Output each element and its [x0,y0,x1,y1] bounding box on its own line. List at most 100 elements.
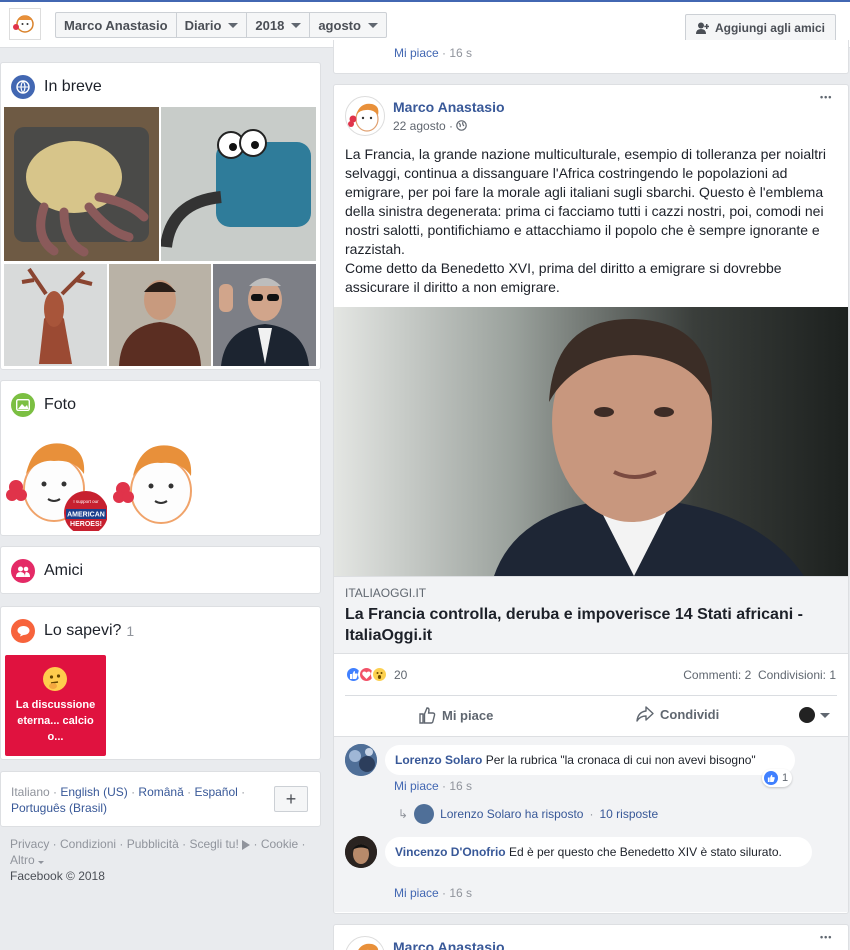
did-you-know-count: 1 [126,623,135,639]
globe-icon [11,75,35,99]
page-avatar-icon [799,707,815,723]
did-you-know-card: Lo sapevi? 1 La discussione eterna... ca… [0,606,321,760]
svg-text:AMERICAN: AMERICAN [67,512,105,519]
cartoon-avatar-icon [348,103,379,132]
post-timestamp[interactable]: 22 agosto · [393,119,468,133]
current-language: Italiano [11,785,50,799]
crumb-month-dropdown[interactable]: agosto [310,13,386,37]
add-friend-icon [695,22,709,34]
did-you-know-question-card[interactable]: La discussione eterna... calcio o... [5,655,106,756]
language-link[interactable]: Română [138,785,183,799]
post-options-icon[interactable]: ••• [820,932,832,942]
photo-thumbnail[interactable]: I support our AMERICAN HEROES! [4,429,107,531]
shares-count-link[interactable]: Condivisioni: 1 [758,668,836,682]
divider [345,695,837,696]
link-title: La Francia controlla, deruba e impoveris… [345,606,803,644]
chevron-down-icon [291,22,302,28]
more-languages-button[interactable]: + [274,786,308,812]
footer-link[interactable]: Pubblicità [127,837,179,851]
post-options-icon[interactable]: ••• [820,92,832,102]
crumb-profile-name[interactable]: Marco Anastasio [56,13,177,37]
divider [334,736,848,737]
languages-card: Italiano · English (US) · Română · Españ… [0,771,321,827]
footer-link[interactable]: Scegli tu! [189,837,238,851]
post-author-avatar[interactable] [345,96,385,136]
intro-card: In breve [0,62,321,370]
link-preview[interactable]: ITALIAOGGI.IT La Francia controlla, deru… [334,576,848,654]
ad-choices-icon [242,839,251,850]
reactions-count: 20 [394,667,408,682]
photos-card: Foto I support our AMERICAN HEROES! [0,380,321,536]
comment-like-link[interactable]: Mi piace [394,886,439,900]
post-message: La Francia, la grande nazione multicultu… [345,146,826,295]
wow-reaction-icon [371,666,388,683]
svg-text:HEROES!: HEROES! [70,521,102,528]
thumbs-up-icon [419,707,436,724]
share-button[interactable]: Condividi [636,706,719,722]
comment-text: Per la rubrica "la cronaca di cui non av… [485,753,756,767]
chevron-down-icon [367,22,378,28]
crumb-year-dropdown[interactable]: 2018 [247,13,311,37]
like-reaction-icon [764,771,778,785]
comments-count-link[interactable]: Commenti: 2 [683,668,751,682]
share-icon [636,706,654,722]
language-links: Italiano · English (US) · Română · Españ… [11,785,246,815]
link-preview-image[interactable] [334,307,848,576]
featured-photo-vacuum-toy[interactable] [161,107,316,261]
featured-photo-deer-sculpture[interactable] [4,264,107,366]
like-button[interactable]: Mi piace [418,706,493,724]
featured-photo-octopus-chicken[interactable] [4,107,159,261]
crumb-diario-dropdown[interactable]: Diario [177,13,248,37]
did-you-know-question-text: La discussione eterna... calcio o... [15,699,96,743]
comment-like-link[interactable]: Mi piace [394,779,439,793]
photo-thumbnail[interactable] [109,429,211,531]
language-link[interactable]: Português (Brasil) [11,801,107,815]
friends-icon [11,559,35,583]
chevron-down-icon [37,861,44,864]
comment-bubble: Vincenzo D'Onofrio Ed è per questo che B… [385,837,812,867]
featured-photo-man-sunglasses[interactable] [213,264,316,366]
reply-arrow-icon: ↳ [398,807,409,821]
speech-bubble-icon [11,619,35,643]
profile-avatar[interactable] [9,8,41,40]
language-link[interactable]: Español [194,785,237,799]
plus-icon: + [285,788,297,809]
post-stats: Commenti: 2 Condivisioni: 1 [683,668,836,682]
chevron-down-icon [228,22,239,28]
public-globe-icon [456,120,468,131]
post-author-name[interactable]: Marco Anastasio [393,99,505,115]
commenter-avatar[interactable] [345,836,377,868]
comment-like-link[interactable]: Mi piace [394,46,439,60]
breadcrumb: Marco Anastasio Diario 2018 agosto [55,12,387,38]
comment-bubble: Lorenzo Solaro Per la rubrica "la cronac… [385,745,795,775]
comment-meta: Mi piace · 16 s [394,779,473,793]
did-you-know-title: Lo sapevi? 1 [11,619,134,643]
comment-author[interactable]: Vincenzo D'Onofrio [395,845,506,859]
friends-card: Amici [0,546,321,594]
intro-card-title: In breve [11,75,102,99]
footer-link[interactable]: Cookie [261,837,298,851]
comment-like-badge[interactable]: 1 [762,769,793,787]
friends-card-title[interactable]: Amici [11,559,83,583]
previous-post-tail: Mi piace · 16 s [333,40,849,74]
chevron-down-icon [820,712,830,718]
prev-comment-meta: Mi piace · 16 s [394,46,473,60]
footer-link[interactable]: Condizioni [60,837,116,851]
comment-meta: Mi piace · 16 s [394,886,473,900]
footer-link[interactable]: Privacy [10,837,49,851]
footer-more-link[interactable]: Altro [10,853,35,867]
add-friend-button[interactable]: Aggiungi agli amici [684,14,836,42]
commenter-avatar[interactable] [345,744,377,776]
cartoon-avatar-icon [13,15,34,33]
photo-icon [11,393,35,417]
post-as-selector[interactable] [799,707,830,723]
next-post-author-name[interactable]: Marco Anastasio [393,939,505,950]
language-link[interactable]: English (US) [60,785,127,799]
featured-photo-man-jacket[interactable] [109,264,211,366]
comment-author[interactable]: Lorenzo Solaro [395,753,482,767]
reply-avatar [414,804,435,824]
thinking-face-icon [43,667,67,691]
reactions-summary[interactable]: 20 [345,666,407,683]
link-source: ITALIAOGGI.IT [345,586,427,600]
replies-link[interactable]: ↳ Lorenzo Solaro ha risposto · 10 rispos… [398,804,658,824]
